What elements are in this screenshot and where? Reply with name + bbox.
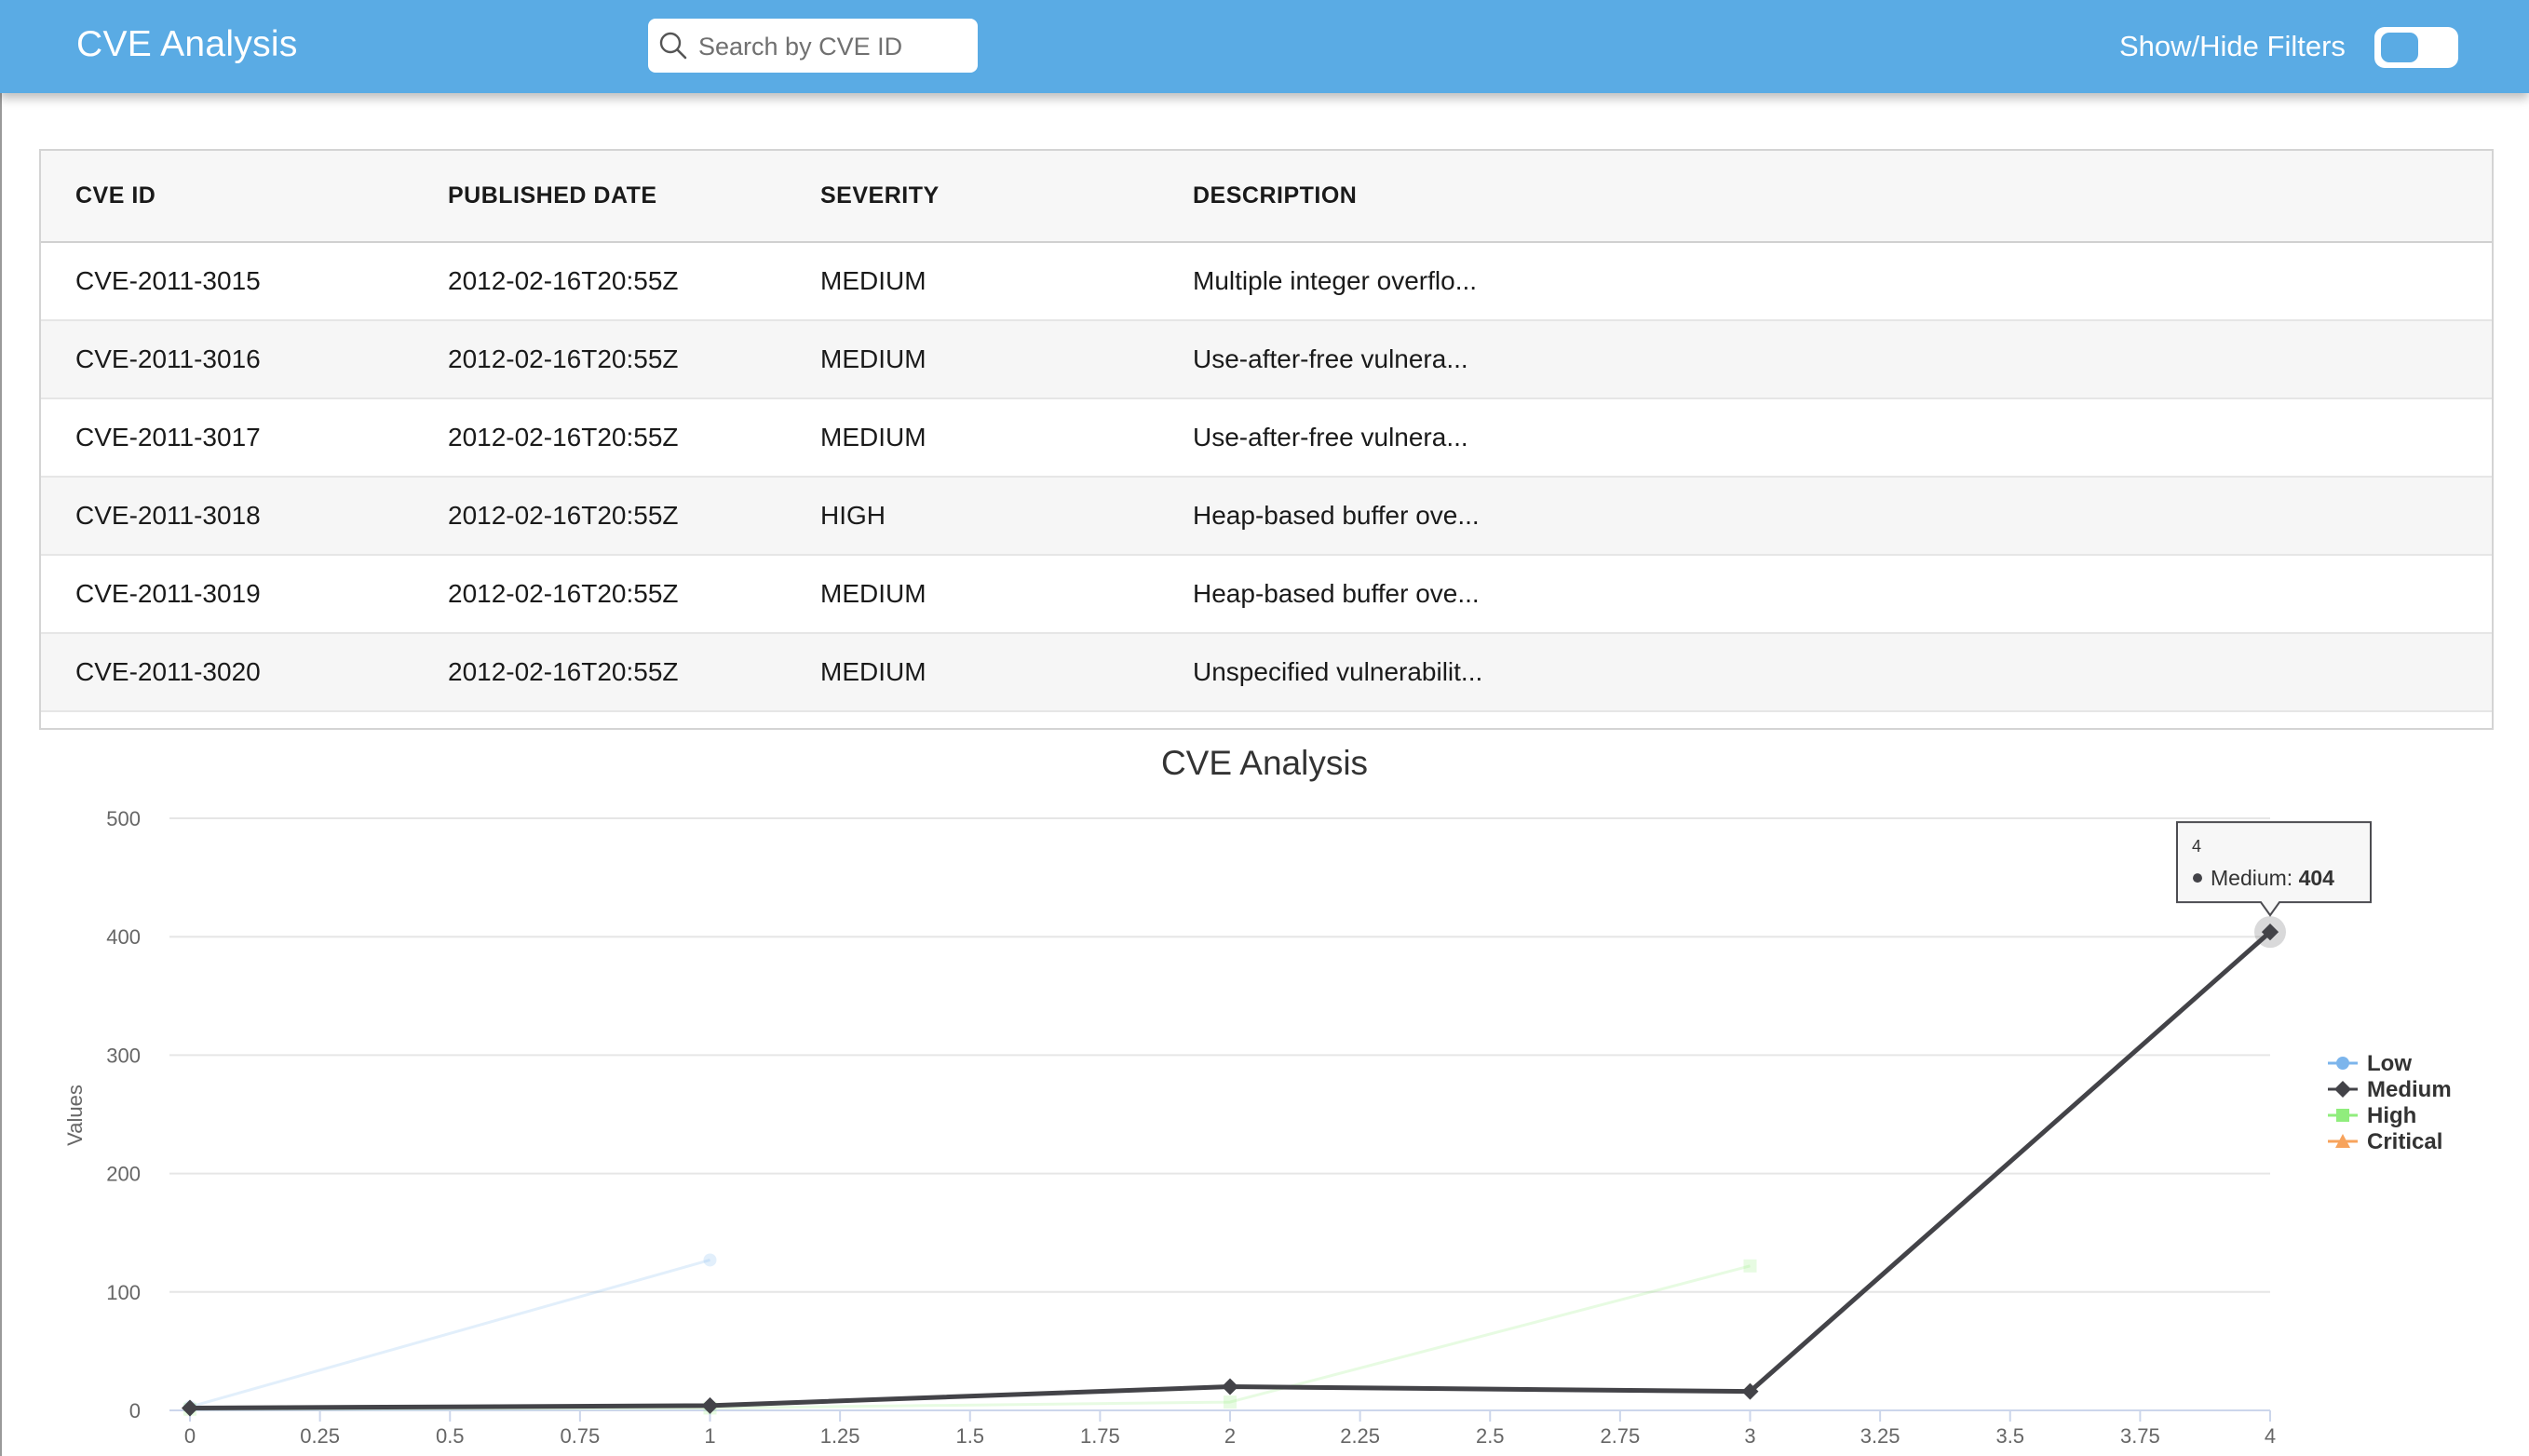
x-tick-label: 3.25 bbox=[1860, 1424, 1900, 1448]
series-line-low bbox=[189, 1259, 710, 1409]
data-point-low bbox=[703, 1253, 717, 1267]
cell-published-date: 2012-02-16T20:55Z bbox=[448, 579, 679, 608]
y-axis-label: Values bbox=[63, 1085, 87, 1146]
tooltip-x-value: 4 bbox=[2192, 837, 2201, 856]
cell-cve-id: CVE-2011-3017 bbox=[75, 423, 261, 452]
search-icon bbox=[659, 32, 687, 60]
table-row[interactable]: CVE-2011-3015 2012-02-16T20:55Z MEDIUM M… bbox=[41, 242, 2492, 320]
search-input[interactable] bbox=[696, 26, 970, 67]
legend-marker-medium bbox=[2334, 1081, 2351, 1098]
chart-container: CVE Analysis Values 0 100 200 300 400 500 0 0.2… bbox=[0, 730, 2529, 1456]
tooltip-series-dot bbox=[2193, 873, 2202, 883]
table-row[interactable]: CVE-2011-3019 2012-02-16T20:55Z MEDIUM H… bbox=[41, 555, 2492, 633]
cell-published-date: 2012-02-16T20:55Z bbox=[448, 657, 679, 686]
y-tick-label: 300 bbox=[106, 1044, 141, 1067]
cell-description: Heap-based buffer ove... bbox=[1193, 579, 1480, 608]
x-tick-label: 4 bbox=[2265, 1424, 2276, 1448]
cell-severity: HIGH bbox=[820, 501, 886, 530]
y-tick-label: 100 bbox=[106, 1281, 141, 1304]
x-tick-label: 1.25 bbox=[820, 1424, 860, 1448]
x-tick-label: 1 bbox=[704, 1424, 715, 1448]
cell-cve-id: CVE-2011-3015 bbox=[75, 266, 261, 295]
cell-cve-id: CVE-2011-3019 bbox=[75, 579, 261, 608]
cell-published-date: 2012-02-16T20:55Z bbox=[448, 266, 679, 295]
cve-table: CVE ID PUBLISHED DATE SEVERITY DESCRIPTI… bbox=[41, 151, 2492, 712]
cell-severity: MEDIUM bbox=[820, 657, 926, 686]
cell-cve-id: CVE-2011-3020 bbox=[75, 657, 261, 686]
table-header-row: CVE ID PUBLISHED DATE SEVERITY DESCRIPTI… bbox=[41, 151, 2492, 242]
app-header: CVE Analysis Show/Hide Filters bbox=[0, 0, 2529, 93]
legend-label-low: Low bbox=[2367, 1051, 2412, 1076]
cell-severity: MEDIUM bbox=[820, 266, 926, 295]
x-tick-label: 3.5 bbox=[1995, 1424, 2024, 1448]
legend-marker-high bbox=[2336, 1109, 2349, 1122]
legend-label-high: High bbox=[2367, 1103, 2416, 1128]
table-row[interactable]: CVE-2011-3017 2012-02-16T20:55Z MEDIUM U… bbox=[41, 398, 2492, 477]
cell-cve-id: CVE-2011-3018 bbox=[75, 501, 261, 530]
y-tick-label: 400 bbox=[106, 925, 141, 949]
y-tick-label: 500 bbox=[106, 807, 141, 830]
x-tick-label: 0.5 bbox=[436, 1424, 465, 1448]
cell-description: Heap-based buffer ove... bbox=[1193, 501, 1480, 530]
cell-description: Use-after-free vulnera... bbox=[1193, 423, 1468, 452]
cell-published-date: 2012-02-16T20:55Z bbox=[448, 501, 679, 530]
column-header-description[interactable]: DESCRIPTION bbox=[1158, 151, 2492, 242]
filters-toggle-label: Show/Hide Filters bbox=[2119, 30, 2346, 62]
filters-toggle[interactable] bbox=[2374, 27, 2458, 68]
chart-title: CVE Analysis bbox=[1161, 744, 1368, 782]
tooltip-series-name: Medium: 404 bbox=[2211, 866, 2334, 890]
tooltip-value: 404 bbox=[2299, 866, 2335, 890]
column-header-cve-id[interactable]: CVE ID bbox=[41, 151, 413, 242]
legend-label-medium: Medium bbox=[2367, 1077, 2452, 1102]
cell-cve-id: CVE-2011-3016 bbox=[75, 344, 261, 373]
cell-description: Multiple integer overflo... bbox=[1193, 266, 1478, 295]
x-tick-label: 1.5 bbox=[955, 1424, 984, 1448]
cve-table-card: CVE ID PUBLISHED DATE SEVERITY DESCRIPTI… bbox=[39, 149, 2494, 730]
column-header-published-date[interactable]: PUBLISHED DATE bbox=[413, 151, 786, 242]
column-header-severity[interactable]: SEVERITY bbox=[786, 151, 1158, 242]
data-point-high bbox=[1224, 1395, 1237, 1409]
x-tick-label: 3.75 bbox=[2120, 1424, 2160, 1448]
cell-severity: MEDIUM bbox=[820, 423, 926, 452]
y-tick-label: 200 bbox=[106, 1163, 141, 1186]
search-box[interactable] bbox=[648, 19, 978, 73]
x-tick-label: 0.25 bbox=[300, 1424, 340, 1448]
cell-description: Use-after-free vulnera... bbox=[1193, 344, 1468, 373]
x-tick-label: 2 bbox=[1224, 1424, 1236, 1448]
legend-label-critical: Critical bbox=[2367, 1129, 2442, 1154]
cell-published-date: 2012-02-16T20:55Z bbox=[448, 423, 679, 452]
series-line-medium bbox=[189, 930, 2272, 1410]
data-point-medium bbox=[1222, 1378, 1238, 1395]
y-tick-label: 0 bbox=[129, 1399, 141, 1422]
toggle-knob bbox=[2381, 33, 2418, 62]
legend-marker-low bbox=[2336, 1057, 2349, 1070]
x-tick-label: 2.25 bbox=[1340, 1424, 1380, 1448]
cell-severity: MEDIUM bbox=[820, 344, 926, 373]
x-tick-label: 0 bbox=[184, 1424, 196, 1448]
x-tick-label: 2.5 bbox=[1476, 1424, 1505, 1448]
x-tick-label: 1.75 bbox=[1080, 1424, 1120, 1448]
app-title: CVE Analysis bbox=[76, 24, 298, 64]
table-row[interactable]: CVE-2011-3016 2012-02-16T20:55Z MEDIUM U… bbox=[41, 320, 2492, 398]
cell-severity: MEDIUM bbox=[820, 579, 926, 608]
cve-line-chart: CVE Analysis Values 0 100 200 300 400 500 0 0.2… bbox=[63, 744, 2452, 1448]
x-tick-label: 2.75 bbox=[1600, 1424, 1640, 1448]
cell-description: Unspecified vulnerabilit... bbox=[1193, 657, 1483, 686]
x-tick-label: 0.75 bbox=[560, 1424, 600, 1448]
cell-published-date: 2012-02-16T20:55Z bbox=[448, 344, 679, 373]
data-point-high bbox=[1743, 1259, 1757, 1273]
table-row[interactable]: CVE-2011-3020 2012-02-16T20:55Z MEDIUM U… bbox=[41, 633, 2492, 711]
x-tick-label: 3 bbox=[1744, 1424, 1755, 1448]
table-row[interactable]: CVE-2011-3018 2012-02-16T20:55Z HIGH Hea… bbox=[41, 477, 2492, 555]
